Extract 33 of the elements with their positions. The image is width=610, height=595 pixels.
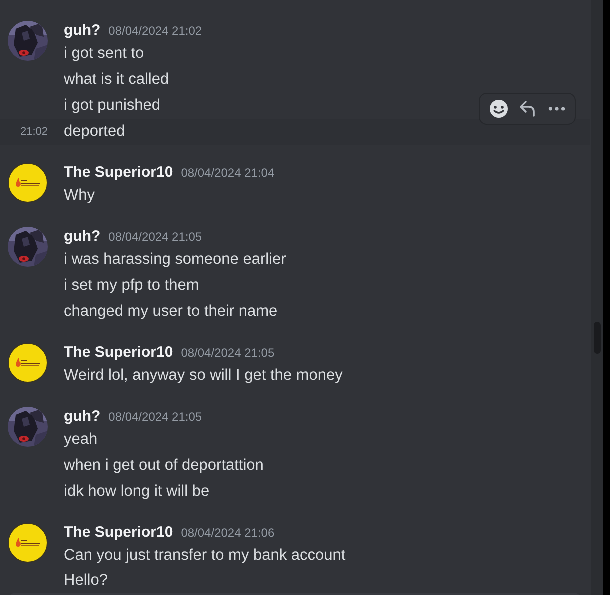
message-text: Hello? — [64, 572, 108, 590]
reply-arrow-icon — [518, 99, 538, 119]
message-text: idk how long it will be — [64, 483, 210, 501]
message-time: 21:02 — [20, 126, 48, 138]
message-text: i got sent to — [64, 45, 144, 63]
timestamp: 08/04/2024 21:04 — [181, 166, 275, 180]
message-text: Can you just transfer to my bank account — [64, 546, 346, 564]
message-text: what is it called — [64, 71, 170, 89]
message-text: Why — [64, 187, 95, 205]
username[interactable]: The Superior10 — [64, 524, 174, 540]
username[interactable]: The Superior10 — [64, 164, 174, 180]
avatar-icon — [8, 343, 48, 383]
message-text: i got punished — [64, 97, 161, 115]
message-text: deported — [64, 123, 126, 141]
message-text: i was harassing someone earlier — [64, 251, 286, 269]
username[interactable]: guh? — [64, 228, 101, 244]
username[interactable]: The Superior10 — [64, 344, 174, 360]
timestamp: 08/04/2024 21:05 — [181, 346, 275, 360]
timestamp: 08/04/2024 21:06 — [181, 526, 275, 540]
message-text: yeah — [64, 431, 98, 449]
username[interactable]: guh? — [64, 22, 101, 38]
timestamp: 08/04/2024 21:02 — [108, 24, 202, 38]
username[interactable]: guh? — [64, 408, 101, 424]
message-text: Weird lol, anyway so will I get the money — [64, 367, 343, 385]
ellipsis-icon — [548, 106, 566, 112]
message-text: when i get out of deportattion — [64, 457, 264, 475]
avatar-icon — [8, 163, 48, 203]
timestamp: 08/04/2024 21:05 — [108, 410, 202, 424]
message-text: i set my pfp to them — [64, 277, 200, 295]
avatar-icon — [8, 523, 48, 563]
timestamp: 08/04/2024 21:05 — [108, 230, 202, 244]
message-text: changed my user to their name — [64, 303, 278, 321]
smiley-icon — [488, 99, 508, 119]
